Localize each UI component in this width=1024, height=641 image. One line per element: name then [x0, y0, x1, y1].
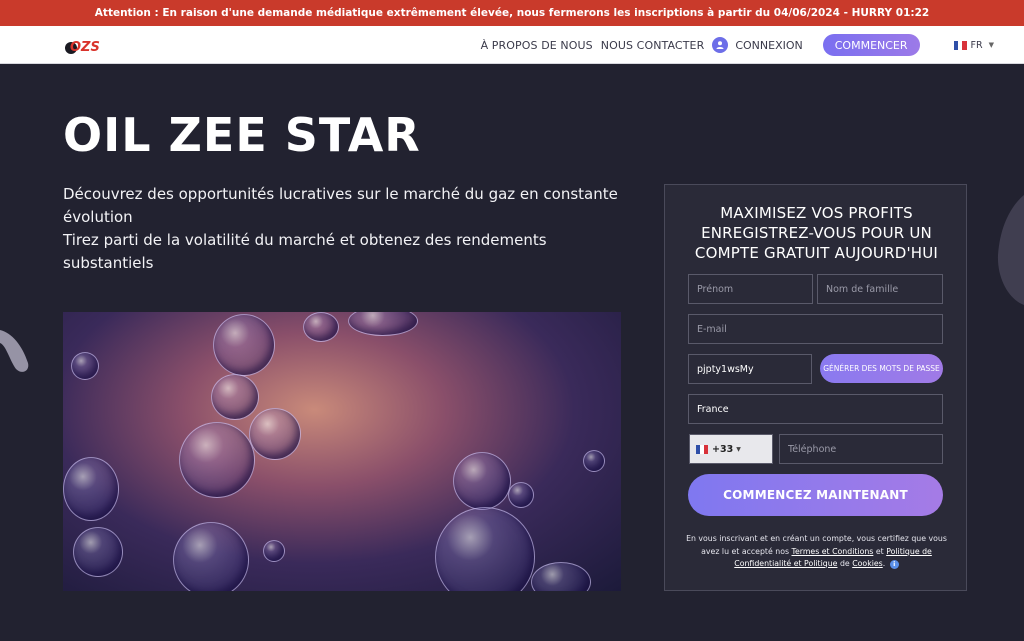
alert-text: Attention : En raison d'une demande médi…: [94, 7, 930, 19]
country-input[interactable]: [688, 394, 943, 424]
disclaimer-and: et: [875, 546, 884, 556]
submit-button[interactable]: COMMENCEZ MAINTENANT: [688, 474, 943, 516]
hero-subtitle: Découvrez des opportunités lucratives su…: [63, 183, 623, 275]
bubble: [303, 312, 339, 342]
phone-input[interactable]: [779, 434, 943, 464]
bubble: [173, 522, 249, 591]
generate-password-button[interactable]: GÉNÉRER DES MOTS DE PASSE: [820, 354, 943, 383]
terms-disclaimer: En vous inscrivant et en créant un compt…: [685, 533, 948, 571]
bubble: [348, 312, 418, 336]
bubble: [71, 352, 99, 380]
disclaimer-end: .: [882, 559, 886, 568]
site-logo[interactable]: OZS: [64, 35, 110, 55]
info-icon[interactable]: i: [889, 559, 899, 569]
email-input[interactable]: [688, 314, 943, 344]
france-flag-icon: [696, 444, 708, 454]
hero-subtitle-line-2: Tirez parti de la volatilité du marché e…: [63, 231, 547, 272]
language-selector[interactable]: FR ▼: [953, 39, 994, 51]
login-link[interactable]: CONNEXION: [712, 37, 803, 53]
registration-form: MAXIMISEZ VOS PROFITS ENREGISTREZ-VOUS P…: [664, 184, 967, 591]
nav-about-link[interactable]: À PROPOS DE NOUS: [481, 39, 593, 52]
phone-prefix-selector[interactable]: +33 ▼: [689, 434, 773, 464]
first-name-input[interactable]: [688, 274, 813, 304]
bubble: [179, 422, 255, 498]
bubble: [73, 527, 123, 577]
bubble: [213, 314, 275, 376]
login-label: CONNEXION: [735, 38, 803, 52]
logo-text: OZS: [70, 40, 100, 55]
password-input[interactable]: [688, 354, 812, 384]
bubble: [435, 507, 535, 591]
hero-title: OIL ZEE STAR: [63, 108, 421, 162]
form-title: MAXIMISEZ VOS PROFITS ENREGISTREZ-VOUS P…: [694, 204, 939, 262]
chevron-down-icon: ▼: [988, 41, 994, 49]
decorative-drop-right: [997, 195, 1024, 305]
header-start-button[interactable]: COMMENCER: [822, 34, 920, 56]
disclaimer-of: de: [839, 559, 850, 568]
decorative-drop-left: [0, 330, 29, 372]
last-name-input[interactable]: [817, 274, 943, 304]
cookies-link[interactable]: Cookies: [852, 559, 883, 568]
hero-image: [63, 312, 621, 591]
bubble: [531, 562, 591, 591]
bubble: [583, 450, 605, 472]
user-icon: [712, 37, 729, 53]
france-flag-icon: [953, 40, 967, 50]
bubble: [63, 457, 119, 521]
terms-link[interactable]: Termes et Conditions: [792, 547, 874, 556]
bubble: [263, 540, 285, 562]
phone-prefix-code: +33: [712, 443, 734, 455]
alert-bar: Attention : En raison d'une demande médi…: [0, 0, 1024, 26]
bubble: [453, 452, 511, 510]
main-nav: À PROPOS DE NOUS NOUS CONTACTER CONNEXIO…: [481, 26, 994, 64]
hero-subtitle-line-1: Découvrez des opportunités lucratives su…: [63, 185, 618, 226]
bubble: [249, 408, 301, 460]
site-header: OZS À PROPOS DE NOUS NOUS CONTACTER CONN…: [0, 26, 1024, 64]
language-label: FR: [970, 39, 983, 51]
bubble: [508, 482, 534, 508]
bubble: [211, 374, 259, 420]
nav-contact-link[interactable]: NOUS CONTACTER: [601, 39, 705, 52]
chevron-down-icon: ▼: [736, 445, 741, 453]
